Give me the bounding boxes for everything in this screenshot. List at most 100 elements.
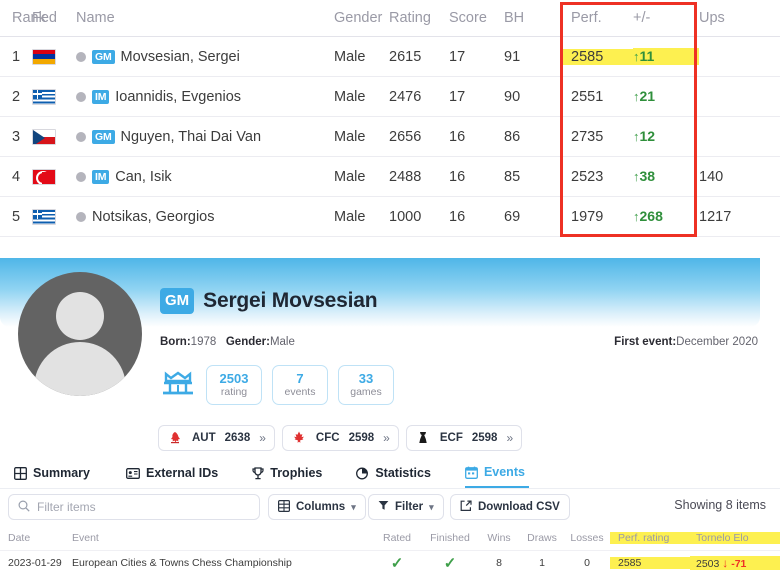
cell-perf: 1979: [571, 208, 604, 225]
column-header-rating[interactable]: Rating: [389, 10, 449, 26]
cell-score: 16: [449, 168, 466, 185]
profile-name-row: GM Sergei Movsesian: [160, 288, 378, 314]
column-header-ups[interactable]: Ups: [699, 10, 759, 26]
column-header-perf[interactable]: Perf.: [561, 10, 633, 26]
tab-summary[interactable]: Summary: [14, 462, 90, 488]
pie-chart-icon: [356, 467, 369, 480]
cell-bh: 90: [504, 88, 521, 105]
cell-rank: 1: [12, 48, 21, 65]
gender-label: Gender:: [225, 336, 270, 348]
cell-fed: [32, 168, 76, 185]
cell-bh: 86: [504, 128, 521, 145]
events-column-header-date[interactable]: Date: [0, 532, 72, 544]
events-column-header-losses[interactable]: Losses: [564, 532, 610, 544]
flag-greece-icon: [32, 88, 56, 105]
calendar-icon: [464, 466, 478, 479]
cell-score: 17: [449, 48, 466, 65]
cell-gender: Male: [334, 128, 366, 145]
federation-code: ECF: [439, 432, 463, 444]
fed-ecf-icon: [415, 430, 431, 446]
filter-input-placeholder: Filter items: [37, 500, 96, 514]
cell-rating: 2476: [389, 88, 422, 105]
first-event-label: First event:: [614, 336, 677, 348]
cell-plusminus: ↑11: [633, 48, 699, 65]
cell-gender: Male: [334, 88, 366, 105]
id-card-icon: [126, 467, 140, 479]
federation-rating: 2598: [348, 432, 375, 444]
federation-chip-aut[interactable]: AUT 2638 »: [158, 425, 275, 451]
chevron-right-icon[interactable]: »: [259, 431, 266, 445]
cell-rank: 2: [12, 88, 21, 105]
table-row[interactable]: 5 Notsikas, Georgios Male 1000 16 69 197…: [0, 197, 780, 237]
chevron-right-icon[interactable]: »: [383, 431, 390, 445]
events-column-header-rated[interactable]: Rated: [372, 532, 422, 544]
fed-aut-icon: [167, 430, 183, 446]
federation-chip-ecf[interactable]: ECF 2598 »: [405, 425, 523, 451]
player-name: Ioannidis, Evgenios: [115, 88, 242, 105]
column-header-bh[interactable]: BH: [504, 10, 561, 26]
column-header-plusminus[interactable]: +/-: [633, 10, 699, 26]
cell-ups: 140: [699, 168, 724, 185]
column-header-gender[interactable]: Gender: [334, 10, 389, 26]
events-column-header-perf-rating[interactable]: Perf. rating: [610, 532, 690, 544]
title-badge: GM: [92, 129, 115, 144]
table-row[interactable]: 4 IM Can, Isik Male 2488 16 85 2523 ↑38 …: [0, 157, 780, 197]
cell-name: GM Movsesian, Sergei: [76, 49, 334, 65]
download-csv-button[interactable]: Download CSV: [450, 494, 570, 520]
cell-perf: 2585: [561, 48, 633, 65]
tab-statistics[interactable]: Statistics: [356, 462, 431, 488]
events-column-header-finished[interactable]: Finished: [422, 532, 478, 544]
cell-score: 16: [449, 208, 466, 225]
federation-chip-cfc[interactable]: CFC 2598 »: [281, 425, 399, 451]
table-row[interactable]: 2 IM Ioannidis, Evgenios Male 2476 17 90…: [0, 77, 780, 117]
filter-button[interactable]: Filter ▾: [368, 494, 444, 520]
column-header-score[interactable]: Score: [449, 10, 504, 26]
cell-rank: 5: [12, 208, 21, 225]
column-header-fed[interactable]: Fed: [32, 10, 76, 26]
stat-label: events: [284, 385, 316, 398]
table-row[interactable]: 3 GM Nguyen, Thai Dai Van Male 2656 16 8…: [0, 117, 780, 157]
cell-gender: Male: [334, 208, 366, 225]
column-header-name[interactable]: Name: [76, 10, 334, 26]
filter-items-input[interactable]: Filter items: [8, 494, 260, 520]
first-event-value: December 2020: [676, 336, 758, 348]
standings-header-row: Rank Fed Name Gender Rating Score BH Per…: [0, 0, 780, 37]
chevron-right-icon[interactable]: »: [506, 431, 513, 445]
columns-button[interactable]: Columns ▾: [268, 494, 366, 520]
flag-greece-icon: [32, 208, 56, 225]
page-root: Rank Fed Name Gender Rating Score BH Per…: [0, 0, 780, 574]
tab-events[interactable]: Events: [464, 462, 529, 488]
federation-rating: 2638: [224, 432, 251, 444]
tab-trophies[interactable]: Trophies: [252, 462, 322, 488]
tab-external-ids[interactable]: External IDs: [126, 462, 218, 488]
events-column-header-tornelo-elo[interactable]: Tornelo Elo: [690, 532, 780, 544]
events-cell-finished-check-icon: ✓: [443, 554, 457, 572]
events-cell-wins: 8: [496, 556, 502, 569]
cell-perf: 2551: [571, 88, 604, 105]
events-toolbar: Filter items Columns ▾ Filter ▾ Download…: [0, 494, 780, 520]
events-column-header-draws[interactable]: Draws: [520, 532, 564, 544]
gender-value: Male: [269, 336, 295, 348]
table-row[interactable]: 2023-01-29 European Cities & Towns Chess…: [0, 550, 780, 574]
cell-fed: [32, 48, 76, 65]
cell-rank: 3: [12, 128, 21, 145]
column-header-rank[interactable]: Rank: [0, 10, 46, 26]
chevron-down-icon: ▾: [429, 501, 434, 512]
cell-name: GM Nguyen, Thai Dai Van: [76, 129, 334, 145]
events-cell-draws: 1: [539, 556, 545, 569]
events-cell-event: European Cities & Towns Chess Championsh…: [72, 556, 292, 569]
title-badge: IM: [92, 169, 110, 184]
events-column-header-event[interactable]: Event: [72, 532, 372, 544]
cell-perf: 2523: [571, 168, 604, 185]
events-column-header-wins[interactable]: Wins: [478, 532, 520, 544]
player-dot-icon: [76, 51, 86, 62]
title-badge: GM: [92, 49, 115, 64]
plusminus-value: 38: [639, 168, 656, 184]
fed-cfc-icon: [291, 430, 307, 446]
profile-tabs: Summary External IDs Trophies Statistics…: [0, 462, 780, 488]
table-row[interactable]: 1 GM Movsesian, Sergei Male 2615 17 91 2…: [0, 37, 780, 77]
cell-gender: Male: [334, 48, 366, 65]
born-value: 1978: [190, 336, 217, 348]
search-icon: [18, 499, 30, 515]
cell-fed: [32, 88, 76, 105]
